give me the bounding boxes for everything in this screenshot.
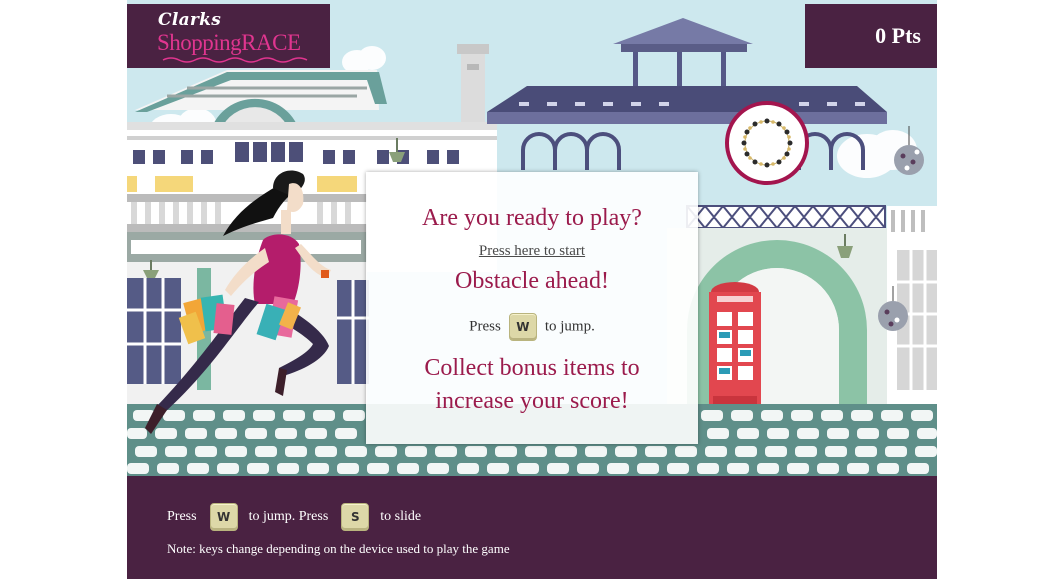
jump-label: to jump. Press: [248, 509, 329, 525]
phone-box-obstacle: [709, 282, 761, 412]
press-label: Press: [469, 318, 501, 335]
start-dialog: Are you ready to play? Press here to sta…: [366, 172, 698, 444]
controls-instruction: Press Wto jump. Press Sto slide: [167, 503, 421, 531]
brand-logo-text: Clarks: [158, 10, 222, 30]
jump-instruction: Press Wto jump.: [366, 313, 698, 341]
logo-swash-icon: [162, 57, 308, 63]
score-panel: 0 Pts: [805, 4, 937, 68]
start-link[interactable]: Press here to start: [366, 243, 698, 260]
collect-line-1: Collect bonus items to: [424, 355, 640, 381]
controls-footer: Press Wto jump. Press Sto slide Note: keys…: [127, 476, 937, 579]
slide-key-icon: S: [341, 503, 370, 531]
ready-heading: Are you ready to play?: [422, 205, 642, 231]
jump-key-icon: W: [209, 503, 238, 531]
device-note: Note: keys change depending on the devic…: [167, 541, 510, 556]
game-canvas[interactable]: Clarks ShoppingRACE 0 Pts Are you ready …: [127, 0, 937, 476]
press-label: Press: [167, 509, 197, 525]
obstacle-heading: Obstacle ahead!: [455, 268, 609, 294]
necklace-icon: [741, 118, 793, 168]
jump-label: to jump.: [544, 318, 595, 335]
logo-box: Clarks ShoppingRACE: [127, 4, 330, 68]
score-display: 0 Pts: [875, 23, 921, 48]
slide-label: to slide: [380, 509, 422, 525]
collect-instruction: Collect bonus items to increase your sco…: [406, 352, 658, 418]
jump-key-icon: W: [508, 313, 537, 341]
game-logo-text: ShoppingRACE: [157, 30, 301, 55]
collect-line-2: increase your score!: [435, 388, 629, 414]
necklace-bonus-icon: [725, 101, 809, 185]
